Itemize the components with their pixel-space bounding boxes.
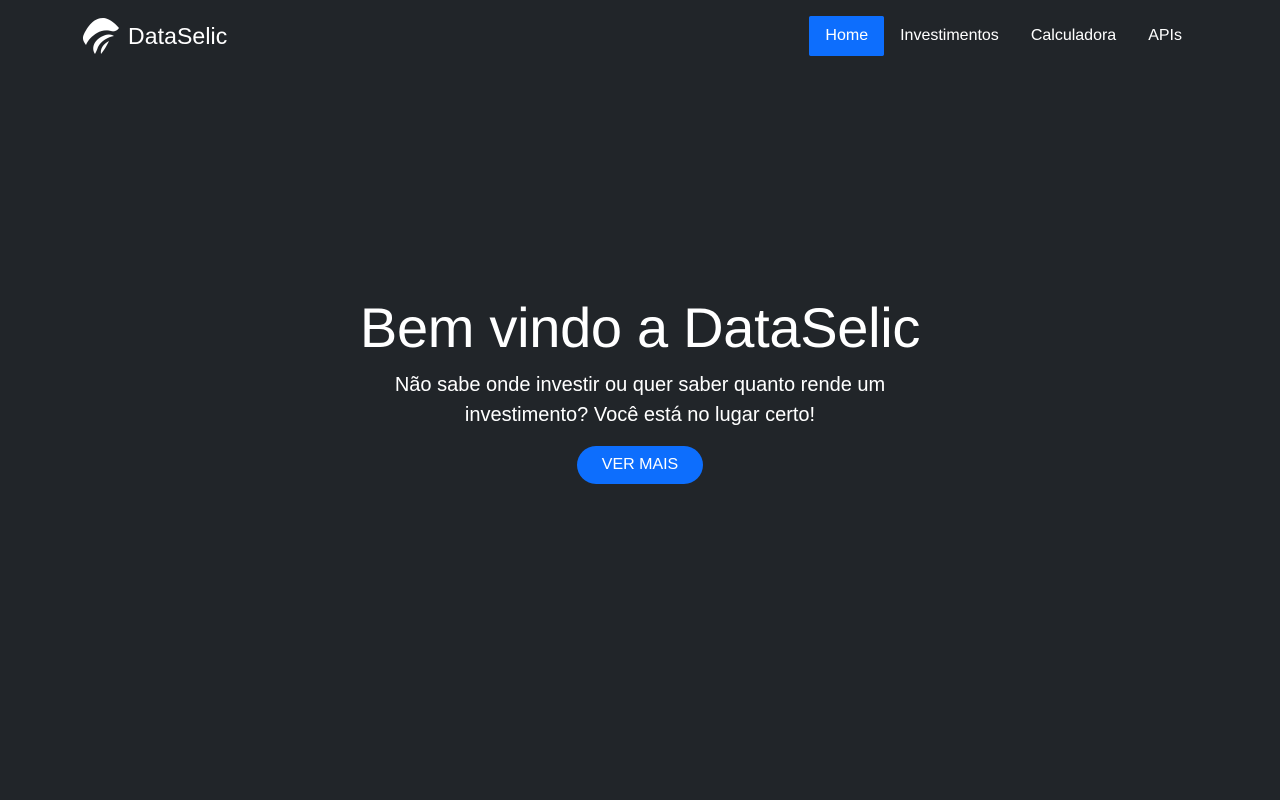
- nav-link-calculadora[interactable]: Calculadora: [1015, 16, 1132, 56]
- hero-title: Bem vindo a DataSelic: [359, 296, 921, 359]
- brand-name: DataSelic: [128, 22, 228, 49]
- brand-link[interactable]: DataSelic: [81, 16, 227, 56]
- nav-item-investimentos: Investimentos: [884, 16, 1015, 56]
- nav-item-apis: APIs: [1132, 16, 1198, 56]
- nav-link-investimentos[interactable]: Investimentos: [884, 16, 1015, 56]
- nav-link-home[interactable]: Home: [809, 16, 885, 56]
- main-nav: Home Investimentos Calculadora APIs: [809, 16, 1198, 56]
- brand-logo-icon: [81, 16, 121, 56]
- hero-section: Bem vindo a DataSelic Não sabe onde inve…: [0, 290, 1280, 484]
- ver-mais-button[interactable]: VER MAIS: [576, 446, 704, 484]
- nav-item-calculadora: Calculadora: [1015, 16, 1132, 56]
- nav-link-apis[interactable]: APIs: [1132, 16, 1198, 56]
- hero-subtitle: Não sabe onde investir ou quer saber qua…: [394, 374, 886, 426]
- top-navbar: DataSelic Home Investimentos Calculadora…: [0, 0, 1280, 72]
- nav-item-home: Home: [809, 16, 885, 56]
